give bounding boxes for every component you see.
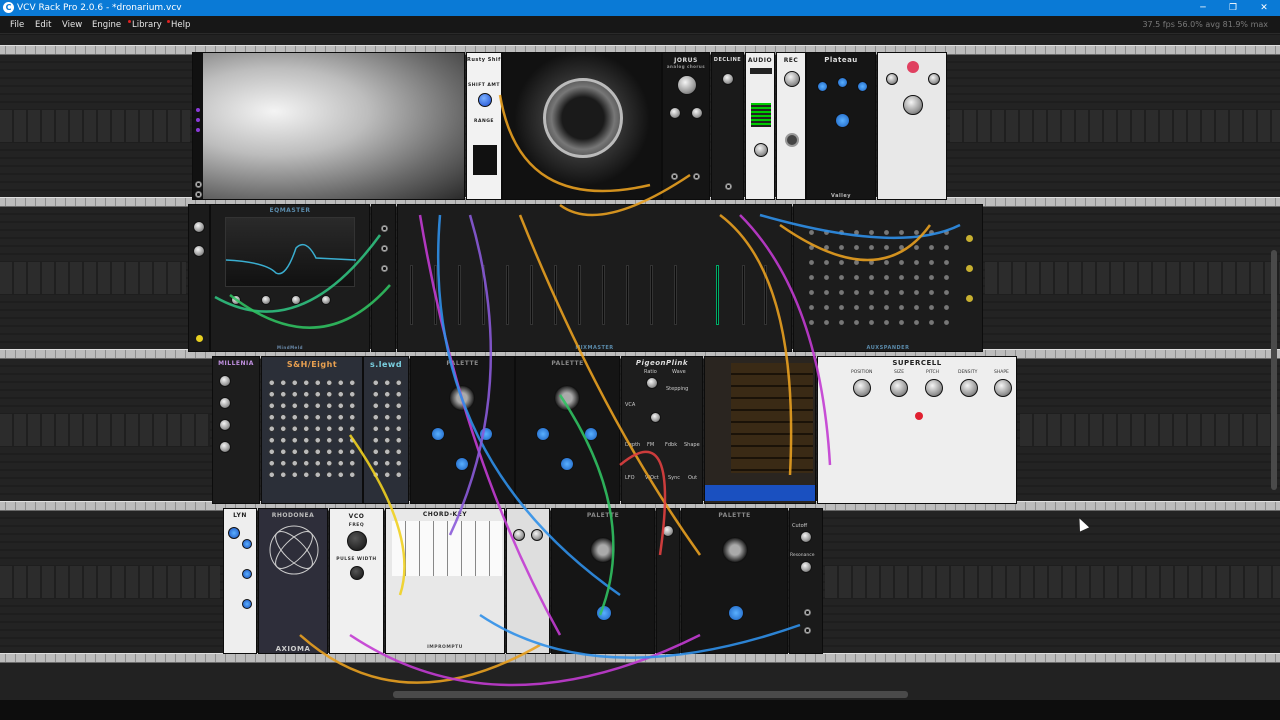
menu-file[interactable]: File	[7, 16, 27, 34]
notification-dot-icon	[167, 20, 170, 23]
menu-edit[interactable]: Edit	[32, 16, 54, 34]
patch-cable[interactable]	[558, 394, 615, 616]
patch-cable[interactable]	[498, 94, 651, 193]
menu-engine[interactable]: Engine	[89, 16, 124, 34]
patch-cable[interactable]	[559, 173, 691, 217]
patch-cable[interactable]	[349, 633, 701, 687]
patch-cable[interactable]	[418, 214, 562, 636]
horizontal-scrollbar[interactable]	[393, 691, 908, 698]
bottom-bar	[0, 700, 1280, 720]
minimize-button[interactable]: ─	[1188, 0, 1218, 16]
restore-button[interactable]: ❐	[1218, 0, 1248, 16]
menu-engine-label: Engine	[92, 20, 122, 30]
menu-bar: File Edit View Engine Library Help 37.5 …	[0, 16, 1280, 34]
performance-stats: 37.5 fps 56.0% avg 81.9% max	[1142, 20, 1268, 29]
vertical-scrollbar[interactable]	[1271, 250, 1277, 490]
menu-file-label: File	[10, 20, 25, 30]
patch-cable[interactable]	[299, 634, 541, 684]
menu-edit-label: Edit	[35, 20, 52, 30]
menu-library-label: Library	[132, 20, 162, 30]
patch-cable[interactable]	[779, 223, 932, 262]
menu-view[interactable]: View	[59, 16, 85, 34]
patch-cables[interactable]	[0, 35, 1280, 700]
menu-library[interactable]: Library	[125, 16, 165, 34]
patch-cable[interactable]	[436, 214, 621, 597]
window-title: VCV Rack Pro 2.0.6 - *dronarium.vcv	[17, 3, 182, 13]
rack-canvas[interactable]: Rusty Shifter SHIFT AMT RANGE JORUS anal…	[0, 35, 1280, 700]
menu-view-label: View	[62, 20, 83, 30]
patch-cable[interactable]	[719, 214, 793, 476]
menu-help[interactable]: Help	[164, 16, 193, 34]
title-bar: C VCV Rack Pro 2.0.6 - *dronarium.vcv ─ …	[0, 0, 1280, 16]
menu-help-label: Help	[171, 20, 191, 30]
patch-cable[interactable]	[214, 234, 382, 313]
notification-dot-icon	[128, 20, 131, 23]
close-button[interactable]: ✕	[1249, 0, 1279, 16]
patch-cable[interactable]	[229, 284, 391, 329]
vcv-rack-app-icon: C	[3, 2, 14, 13]
patch-cable[interactable]	[348, 434, 406, 596]
